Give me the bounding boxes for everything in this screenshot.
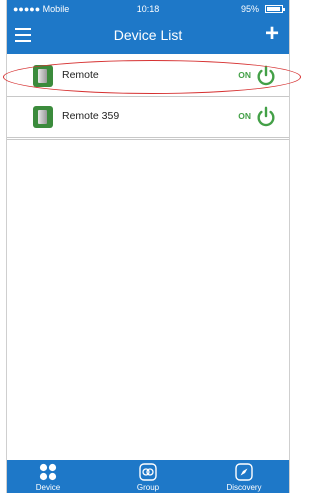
tab-label: Discovery [226, 483, 262, 492]
device-name: Remote 359 [62, 110, 120, 122]
tab-bar: Device Group Discovery [7, 460, 289, 493]
add-device-button[interactable]: + [265, 20, 279, 48]
compass-icon [235, 463, 253, 481]
nav-bar: Device List + [7, 18, 289, 54]
grid-icon [39, 463, 57, 481]
group-icon [139, 463, 157, 481]
device-row-remote-359[interactable]: Remote 359 ON [7, 97, 289, 138]
device-state: ON [238, 111, 251, 121]
tab-device[interactable]: Device [13, 463, 83, 492]
power-icon[interactable] [255, 106, 277, 128]
battery-percent: 95% [240, 4, 259, 14]
tab-label: Device [35, 483, 61, 492]
tab-group[interactable]: Group [113, 463, 183, 492]
tab-discovery[interactable]: Discovery [209, 463, 279, 492]
highlight-ellipse [3, 60, 301, 94]
tab-label: Group [136, 483, 160, 492]
battery-icon [265, 5, 285, 13]
list-divider [7, 139, 289, 140]
status-bar: ●●●●● Mobile 10:18 95% [7, 0, 289, 18]
page-title: Device List [113, 27, 183, 43]
remote-device-icon [33, 106, 53, 128]
